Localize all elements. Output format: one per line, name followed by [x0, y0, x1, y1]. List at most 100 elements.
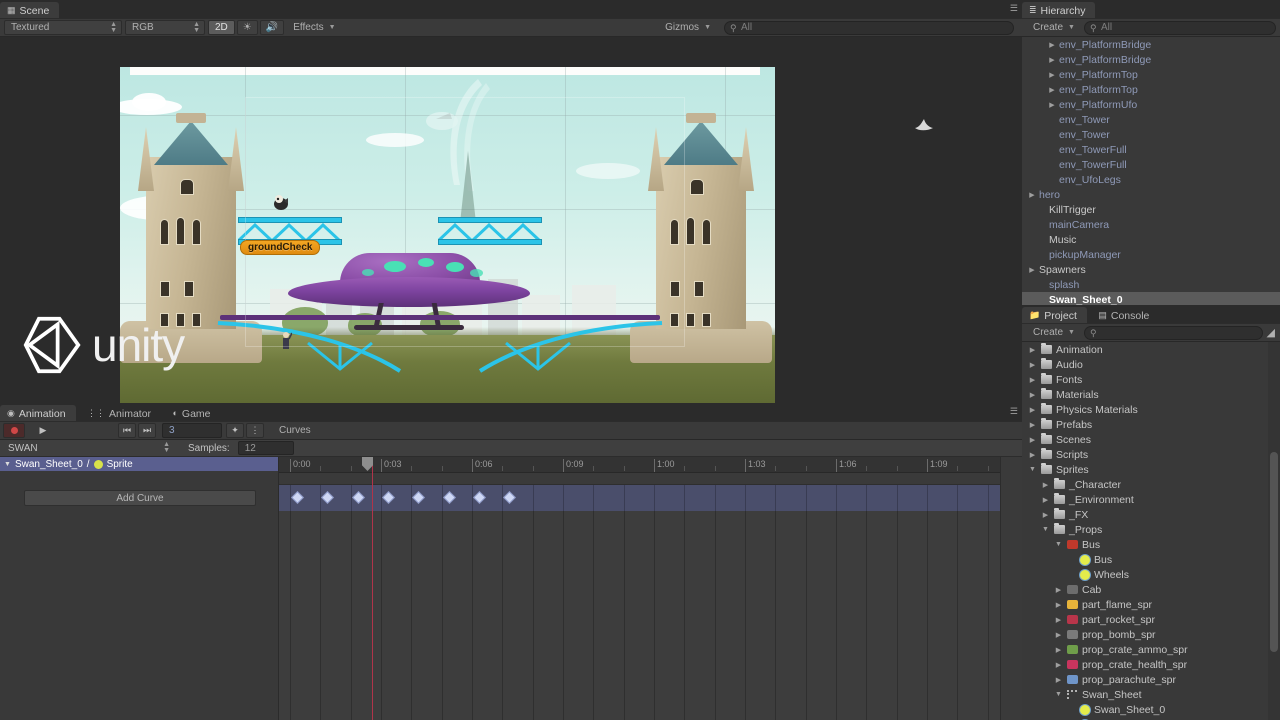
tab-scene[interactable]: ▦ Scene	[0, 2, 59, 20]
disclosure-icon[interactable]: ▶	[1041, 511, 1050, 519]
disclosure-icon[interactable]: ▼	[1054, 691, 1063, 698]
hierarchy-item[interactable]: ▶Spawners	[1022, 262, 1280, 277]
toggle-lighting[interactable]: ☀	[237, 20, 258, 35]
project-item[interactable]: ▶Prefabs	[1022, 417, 1280, 432]
project-scrollbar[interactable]	[1268, 342, 1280, 720]
chevron-right-icon[interactable]: ▶	[1048, 101, 1056, 109]
project-item[interactable]: Wheels	[1022, 567, 1280, 582]
hierarchy-item[interactable]: ▶env_PlatformTop	[1022, 67, 1280, 82]
hierarchy-item[interactable]: env_TowerFull	[1022, 142, 1280, 157]
project-item[interactable]: ▶prop_crate_ammo_spr	[1022, 642, 1280, 657]
project-item[interactable]: Swan_Sheet_0	[1022, 702, 1280, 717]
hierarchy-item[interactable]: splash	[1022, 277, 1280, 292]
filter-icon[interactable]: ◢	[1267, 326, 1275, 339]
play-button[interactable]: ▶	[28, 423, 58, 438]
project-item[interactable]: ▶Materials	[1022, 387, 1280, 402]
hierarchy-item[interactable]: Swan_Sheet_0	[1022, 292, 1280, 305]
toggle-2d[interactable]: 2D	[208, 20, 235, 35]
project-item[interactable]: ▶_Character	[1022, 477, 1280, 492]
project-item[interactable]: ▼_Props	[1022, 522, 1280, 537]
disclosure-icon[interactable]: ▶	[1028, 391, 1037, 399]
project-item[interactable]: ▶Scenes	[1022, 432, 1280, 447]
playhead-line[interactable]	[372, 457, 373, 720]
project-create-button[interactable]: Create ▼	[1026, 325, 1082, 340]
draw-mode-dropdown[interactable]: Textured ▲▼	[4, 20, 122, 35]
project-item[interactable]: ▶Animation	[1022, 342, 1280, 357]
project-search-input[interactable]: ⚲	[1084, 326, 1263, 340]
chevron-right-icon[interactable]: ▶	[1028, 191, 1036, 199]
disclosure-icon[interactable]: ▶	[1041, 481, 1050, 489]
animation-timeline[interactable]: 0:000:030:060:091:001:031:061:09	[279, 457, 1000, 720]
project-item[interactable]: ▶Cab	[1022, 582, 1280, 597]
disclosure-icon[interactable]: ▼	[1028, 466, 1037, 473]
disclosure-icon[interactable]: ▶	[1054, 631, 1063, 639]
project-item[interactable]: ▶part_flame_spr	[1022, 597, 1280, 612]
project-item[interactable]: ▶prop_crate_health_spr	[1022, 657, 1280, 672]
disclosure-icon[interactable]: ▶	[1028, 361, 1037, 369]
hierarchy-item[interactable]: mainCamera	[1022, 217, 1280, 232]
record-button[interactable]	[3, 423, 25, 438]
disclosure-icon[interactable]: ▶	[1054, 661, 1063, 669]
disclosure-icon[interactable]: ▼	[1054, 541, 1063, 548]
disclosure-icon[interactable]: ▶	[1028, 421, 1037, 429]
project-item[interactable]: ▶prop_parachute_spr	[1022, 672, 1280, 687]
disclosure-icon[interactable]: ▶	[1054, 646, 1063, 654]
prev-keyframe-button[interactable]: ⏮	[118, 423, 136, 438]
scene-search-input[interactable]: ⚲ All	[724, 21, 1014, 35]
disclosure-icon[interactable]: ▶	[1028, 406, 1037, 414]
project-item[interactable]: ▼Bus	[1022, 537, 1280, 552]
hierarchy-item[interactable]: ▶hero	[1022, 187, 1280, 202]
project-tree[interactable]: ▶Animation▶Audio▶Fonts▶Materials▶Physics…	[1022, 342, 1280, 720]
disclosure-icon[interactable]: ▶	[1028, 376, 1037, 384]
tab-hierarchy[interactable]: ≣ Hierarchy	[1022, 2, 1095, 20]
hierarchy-item[interactable]: env_Tower	[1022, 127, 1280, 142]
gizmos-dropdown[interactable]: Gizmos ▼	[658, 20, 718, 35]
hierarchy-item[interactable]: env_Tower	[1022, 112, 1280, 127]
hierarchy-item[interactable]: pickupManager	[1022, 247, 1280, 262]
disclosure-icon[interactable]: ▶	[1028, 346, 1037, 354]
hierarchy-item[interactable]: Music	[1022, 232, 1280, 247]
hierarchy-create-button[interactable]: Create ▼	[1026, 20, 1082, 35]
seagull-sprite[interactable]	[913, 116, 935, 136]
scene-menu-icon[interactable]: ☰	[1010, 3, 1018, 14]
disclosure-icon[interactable]: ▶	[1054, 601, 1063, 609]
tab-game[interactable]: ◐ Game	[165, 405, 220, 423]
color-mode-dropdown[interactable]: RGB ▲▼	[125, 20, 205, 35]
project-item[interactable]: ▶Scripts	[1022, 447, 1280, 462]
disclosure-icon[interactable]: ▼	[1041, 526, 1050, 533]
tab-animator[interactable]: ⋮⋮ Animator	[80, 405, 161, 423]
hierarchy-item[interactable]: KillTrigger	[1022, 202, 1280, 217]
hierarchy-item[interactable]: env_UfoLegs	[1022, 172, 1280, 187]
disclosure-icon[interactable]: ▶	[1041, 496, 1050, 504]
disclosure-icon[interactable]: ▶	[1054, 676, 1063, 684]
hierarchy-search-input[interactable]: ⚲ All	[1084, 21, 1276, 35]
animation-scrollbar[interactable]	[1000, 457, 1022, 720]
timeline-ruler[interactable]: 0:000:030:060:091:001:031:061:09	[279, 457, 1000, 473]
scene-viewport[interactable]: groundCheck unity	[0, 37, 1022, 403]
curves-button[interactable]: Curves	[272, 423, 318, 438]
add-event-button[interactable]: ⋮	[246, 423, 264, 438]
hierarchy-item[interactable]: ▶env_PlatformBridge	[1022, 37, 1280, 52]
project-item[interactable]: ▼Sprites	[1022, 462, 1280, 477]
project-item[interactable]: ▶_Environment	[1022, 492, 1280, 507]
project-item[interactable]: ▶prop_bomb_spr	[1022, 627, 1280, 642]
disclosure-icon[interactable]: ▶	[1054, 586, 1063, 594]
hierarchy-item[interactable]: env_TowerFull	[1022, 157, 1280, 172]
disclosure-icon[interactable]: ▶	[1028, 436, 1037, 444]
disclosure-icon[interactable]: ▶	[1028, 451, 1037, 459]
chevron-right-icon[interactable]: ▶	[1028, 266, 1036, 274]
chevron-right-icon[interactable]: ▶	[1048, 41, 1056, 49]
next-keyframe-button[interactable]: ⏭	[138, 423, 156, 438]
hierarchy-item[interactable]: ▶env_PlatformUfo	[1022, 97, 1280, 112]
toggle-audio[interactable]: 🔊	[260, 20, 284, 35]
project-item[interactable]: ▶_FX	[1022, 507, 1280, 522]
hierarchy-item[interactable]: ▶env_PlatformTop	[1022, 82, 1280, 97]
project-item[interactable]: ▶Fonts	[1022, 372, 1280, 387]
project-item[interactable]: ▶Audio	[1022, 357, 1280, 372]
property-row-sprite[interactable]: ▼ Swan_Sheet_0 / Sprite	[0, 457, 278, 471]
tab-console[interactable]: ▤ Console	[1091, 307, 1159, 325]
project-item[interactable]: ▼Swan_Sheet	[1022, 687, 1280, 702]
samples-field[interactable]: 12	[238, 441, 294, 455]
disclosure-icon[interactable]: ▶	[1054, 616, 1063, 624]
add-keyframe-button[interactable]: ✦	[226, 423, 244, 438]
